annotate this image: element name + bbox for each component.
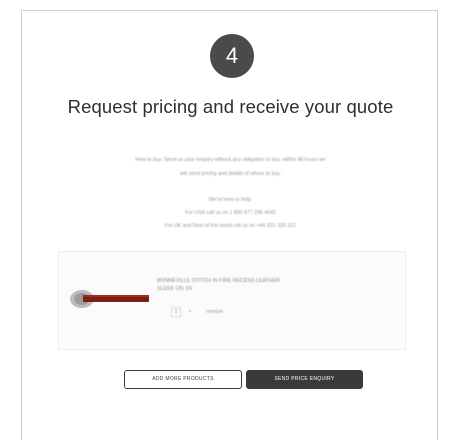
product-name-line: BONNEVILLE STITCH IN FIRE RECESS LEATHER (157, 278, 280, 284)
step-title: Request pricing and receive your quote (67, 96, 394, 117)
product-name-line: SLEEK ON 1N (157, 286, 192, 292)
product-name: BONNEVILLE STITCH IN FIRE RECESS LEATHER… (157, 277, 367, 293)
quantity-value[interactable]: 1 (170, 307, 182, 317)
help-text-line: For UK and Rest of the world call us on … (164, 223, 297, 229)
quantity-decrease-button[interactable]: - (162, 309, 164, 315)
quantity-increase-button[interactable]: + (188, 309, 191, 315)
help-text-line: We're here to help. (208, 197, 253, 203)
quantity-stepper[interactable]: - 1 + remove (162, 307, 223, 317)
help-text-line: For USA call us on 1 800 877 296 4642 (185, 210, 276, 216)
intro-text-line: How to buy: Send us your enquiry without… (135, 157, 326, 163)
step-number-badge: 4 (210, 34, 254, 78)
intro-text-line: will send pricing and details of where t… (179, 171, 282, 177)
remove-product-link[interactable]: remove (206, 309, 223, 315)
product-thumbnail (70, 290, 149, 308)
add-more-products-button[interactable]: ADD MORE PRODUCTS (124, 370, 242, 389)
send-price-enquiry-button[interactable]: SEND PRICE ENQUIRY (246, 370, 363, 389)
